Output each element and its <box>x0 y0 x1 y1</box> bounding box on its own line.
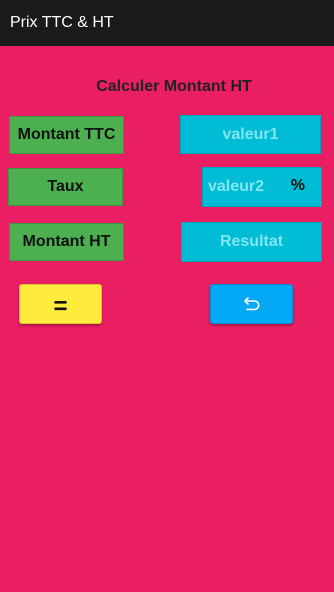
app-title: Prix TTC & HT <box>10 14 114 31</box>
undo-icon <box>243 296 261 312</box>
calculate-button[interactable]: = <box>19 284 102 324</box>
reset-button[interactable] <box>210 284 293 324</box>
page-heading: Calculer Montant HT <box>96 78 252 95</box>
montant-ttc-input[interactable] <box>181 125 320 144</box>
calculate-button-label: = <box>53 293 68 320</box>
percent-suffix: % <box>290 177 305 194</box>
montant-ttc-field[interactable] <box>180 115 321 154</box>
montant-ht-field[interactable] <box>181 222 322 262</box>
montant-ht-output[interactable] <box>182 233 321 251</box>
taux-field[interactable]: % <box>202 167 322 207</box>
label-taux: Taux <box>8 168 123 206</box>
label-montant-ht: Montant HT <box>9 223 124 261</box>
app-bar: Prix TTC & HT <box>0 0 334 46</box>
taux-input[interactable] <box>208 178 280 196</box>
label-montant-ttc: Montant TTC <box>9 116 124 154</box>
